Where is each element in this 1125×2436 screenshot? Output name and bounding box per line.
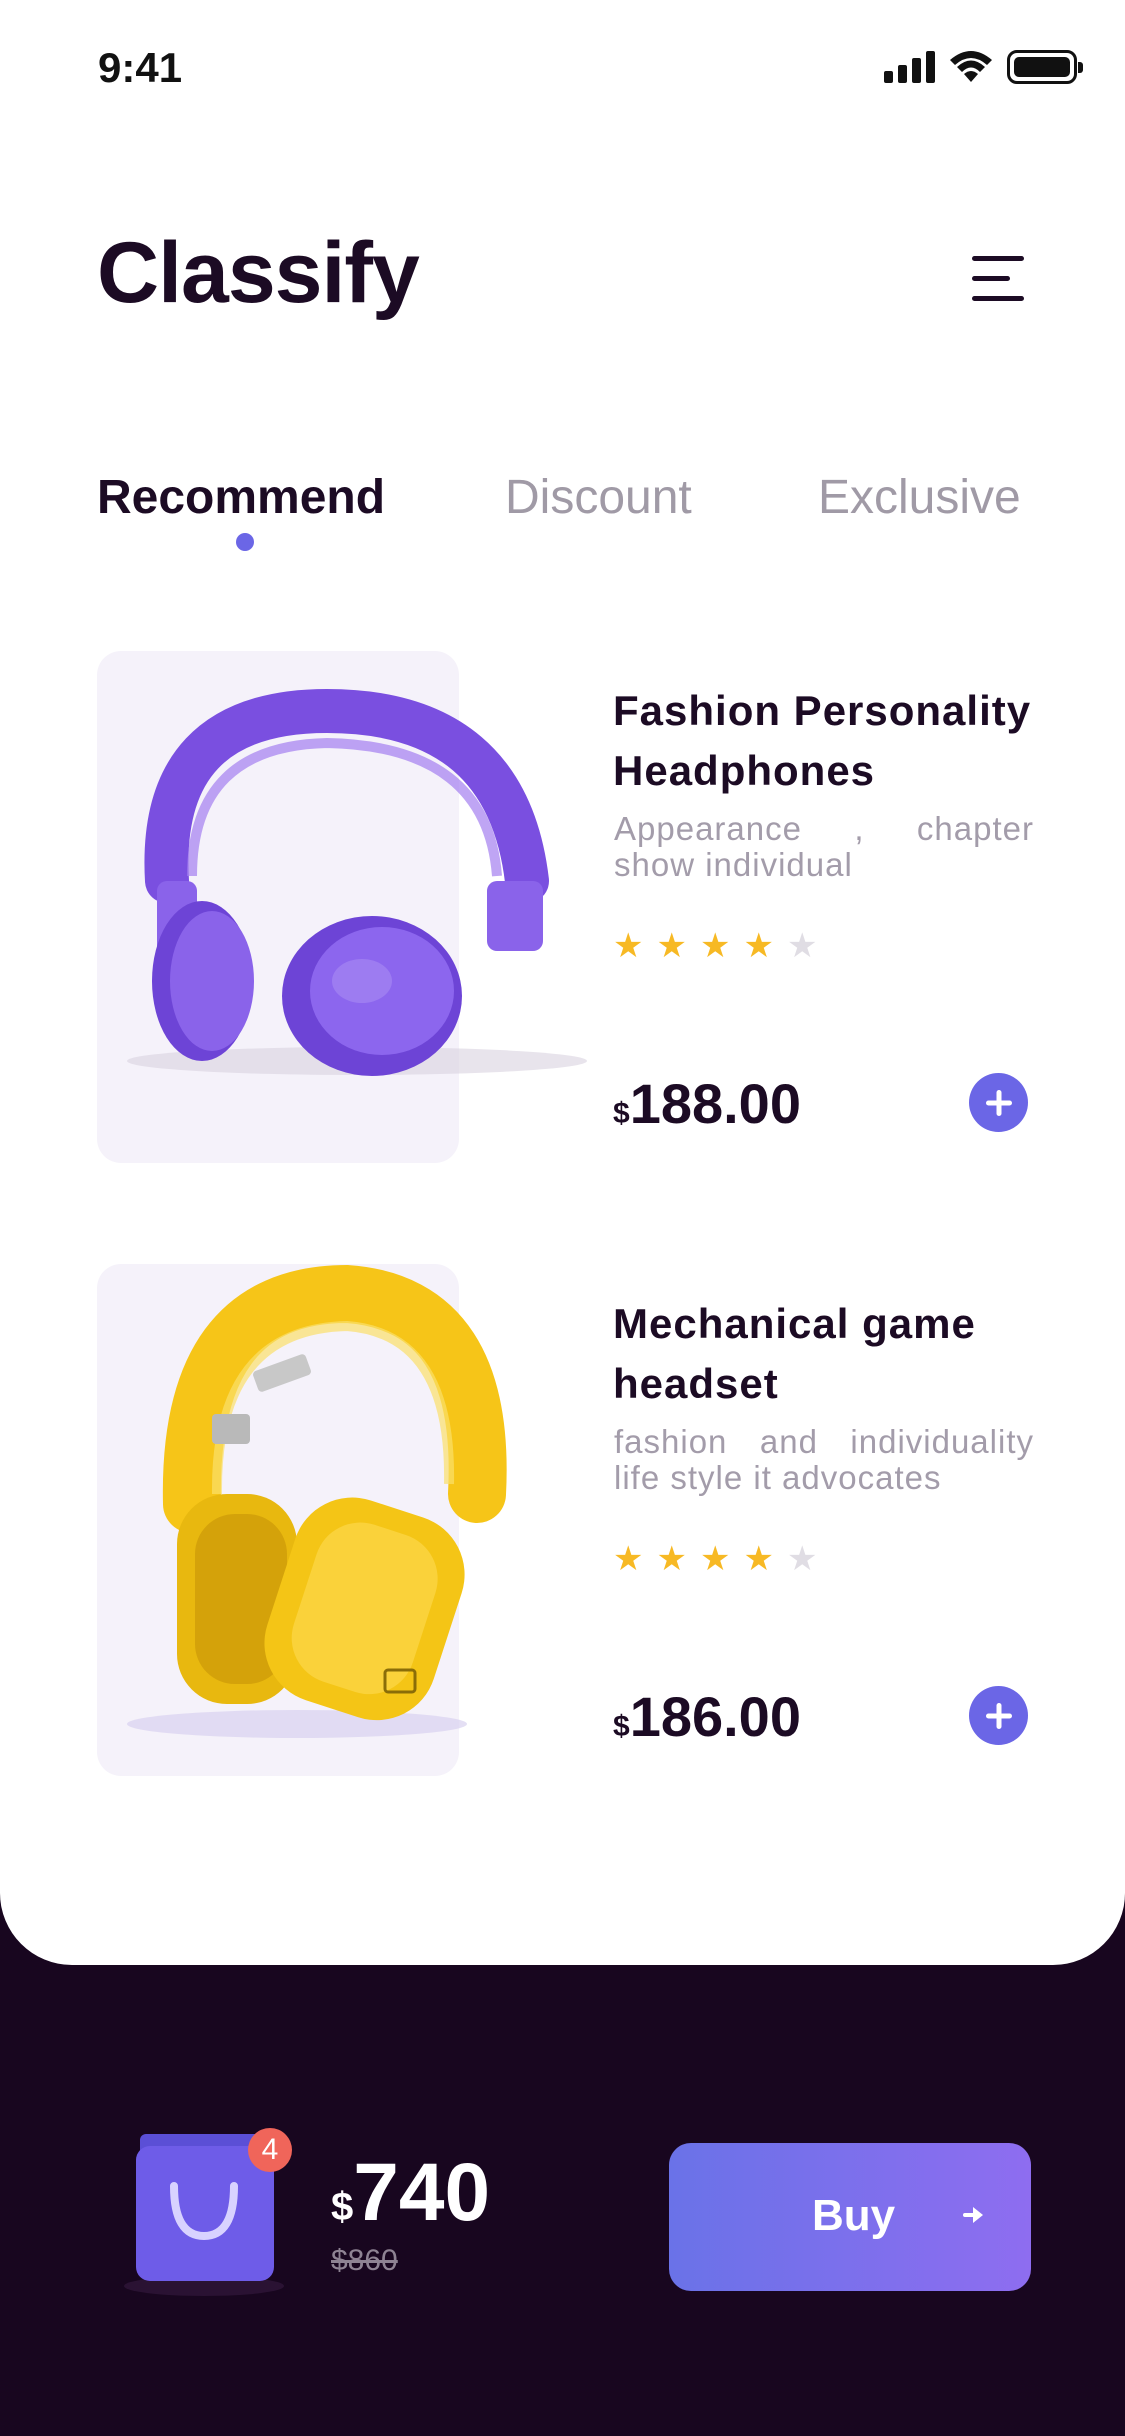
star-filled-icon: ★ [656,1540,687,1578]
star-filled-icon: ★ [613,1540,644,1578]
wifi-icon [950,51,992,82]
star-filled-icon: ★ [613,927,644,965]
buy-button[interactable]: Buy [669,2143,1031,2291]
active-tab-indicator [236,533,254,551]
original-price: $860 [331,2244,398,2277]
tab-discount[interactable]: Discount [505,470,692,525]
plus-icon [985,1089,1012,1116]
star-filled-icon: ★ [699,927,731,965]
battery-icon [1007,50,1083,84]
tab-exclusive[interactable]: Exclusive [818,470,1021,525]
cart-count-badge: 4 [248,2128,292,2172]
star-empty-icon: ★ [786,927,818,965]
menu-button[interactable] [972,254,1030,304]
purple-headphones-icon [127,688,587,1076]
product-name: Fashion Personality Headphones [613,687,1032,794]
add-to-cart-button[interactable] [969,1073,1028,1132]
total-value: 740 [353,2147,491,2238]
plus-icon [985,1702,1012,1729]
menu-line [972,296,1024,301]
cart-total: $740 [331,2146,490,2240]
page-title: Classify [97,225,420,321]
price-value: 188.00 [629,1072,801,1135]
product-rating: ★ ★ ★ ★ ★ [613,1542,817,1576]
product-image [97,651,587,1163]
product-name: Mechanical game headset [613,1300,976,1407]
yellow-headphones-icon [127,1264,507,1738]
product-description: Appearance , chapter show individual [614,810,1034,883]
product-rating: ★ ★ ★ ★ ★ [613,929,817,963]
star-filled-icon: ★ [743,927,774,965]
star-empty-icon: ★ [786,1540,818,1578]
product-card[interactable]: Fashion Personality Headphones Appearanc… [97,651,1034,1163]
product-card[interactable]: Mechanical game headset fashion and indi… [97,1264,1034,1776]
star-filled-icon: ★ [699,1540,731,1578]
total-currency: $ [331,2185,354,2229]
product-description: fashion and individuality life style it … [614,1423,1034,1496]
star-filled-icon: ★ [656,927,687,965]
menu-line [972,256,1024,261]
status-time: 9:41 [98,44,183,91]
price-value: 186.00 [629,1685,801,1748]
product-price: $186.00 [613,1684,801,1749]
status-icons [884,50,1083,84]
buy-label: Buy [812,2191,896,2240]
tab-recommend[interactable]: Recommend [97,470,385,525]
menu-line [972,276,1010,281]
cellular-signal-icon [884,51,935,83]
price-currency: $ [613,1710,630,1743]
product-image [97,1264,507,1776]
price-currency: $ [613,1097,630,1130]
star-filled-icon: ★ [743,1540,774,1578]
add-to-cart-button[interactable] [969,1686,1028,1745]
product-price: $188.00 [613,1071,801,1136]
arrow-right-icon [963,2207,983,2223]
